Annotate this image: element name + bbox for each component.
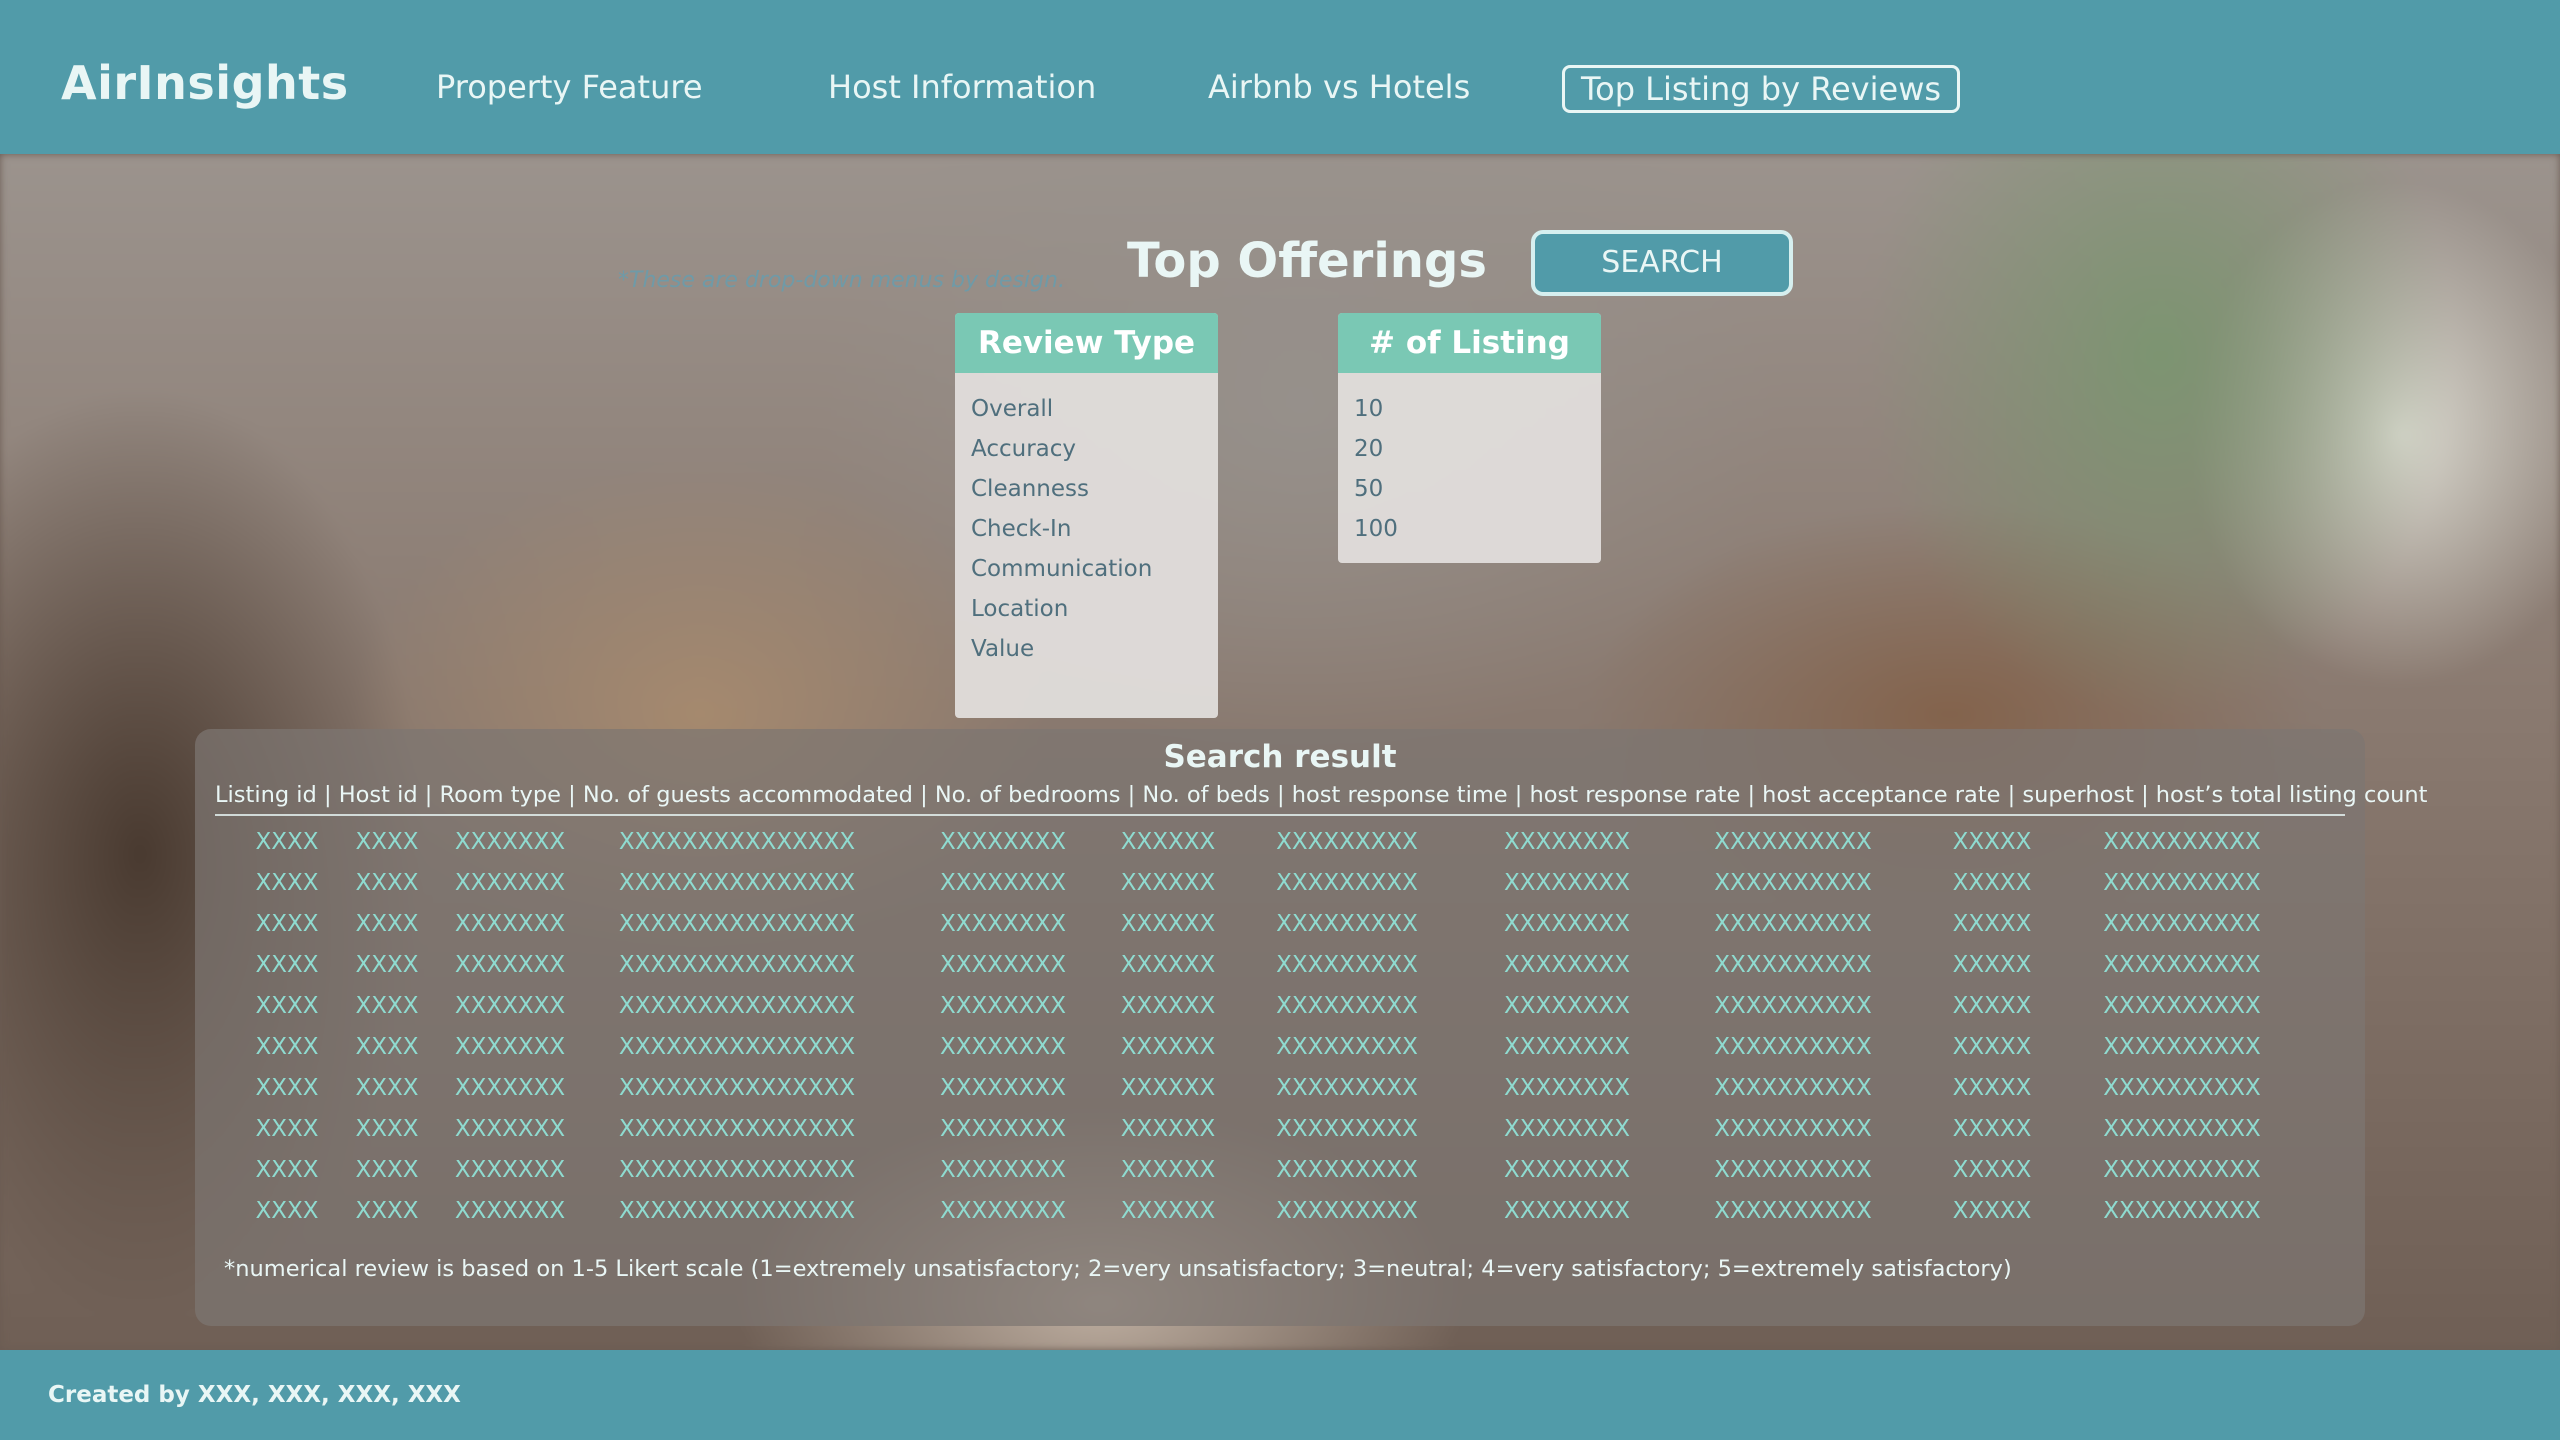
cell-host-total-listing-count: XXXXXXXXXX [2103, 829, 2261, 855]
review-type-option-value[interactable]: Value [971, 633, 1202, 673]
cell-guests-accommodated: XXXXXXXXXXXXXXX [618, 1157, 856, 1183]
search-button[interactable]: SEARCH [1531, 230, 1793, 296]
cell-guests-accommodated: XXXXXXXXXXXXXXX [618, 993, 856, 1019]
page-title: Top Offerings [1127, 233, 1487, 289]
table-row: XXXX XXXX XXXXXXX XXXXXXXXXXXXXXX XXXXXXXX XX… [195, 993, 2365, 1034]
cell-guests-accommodated: XXXXXXXXXXXXXXX [618, 1198, 856, 1224]
cell-host-total-listing-count: XXXXXXXXXX [2103, 870, 2261, 896]
table-row: XXXX XXXX XXXXXXX XXXXXXXXXXXXXXX XXXXXXXX XX… [195, 1198, 2365, 1239]
result-column-headers: Listing id | Host id | Room type | No. o… [215, 782, 2427, 816]
listing-count-option-20[interactable]: 20 [1354, 433, 1585, 473]
search-result-panel: Search result Listing id | Host id | Roo… [195, 729, 2427, 1326]
review-type-header[interactable]: Review Type [955, 313, 1218, 373]
cell-guests-accommodated: XXXXXXXXXXXXXXX [618, 1034, 856, 1060]
nav-airbnb-vs-hotels[interactable]: Airbnb vs Hotels [1208, 68, 1470, 106]
result-table-body: XXXX XXXX XXXXXXX XXXXXXXXXXXXXXX XXXXXXXX XX… [195, 829, 2365, 1239]
top-navigation-bar: AirInsights Property Feature Host Inform… [0, 0, 2560, 154]
table-row: XXXX XXXX XXXXXXX XXXXXXXXXXXXXXX XXXXXXXX XX… [195, 911, 2365, 952]
cell-host-total-listing-count: XXXXXXXXXX [2103, 1034, 2261, 1060]
cell-guests-accommodated: XXXXXXXXXXXXXXX [618, 1116, 856, 1142]
table-row: XXXX XXXX XXXXXXX XXXXXXXXXXXXXXX XXXXXXXX XX… [195, 1034, 2365, 1075]
listing-count-option-100[interactable]: 100 [1354, 513, 1585, 553]
cell-guests-accommodated: XXXXXXXXXXXXXXX [618, 911, 856, 937]
review-type-option-cleanness[interactable]: Cleanness [971, 473, 1202, 513]
table-row: XXXX XXXX XXXXXXX XXXXXXXXXXXXXXX XXXXXXXX XX… [195, 1116, 2365, 1157]
cell-host-total-listing-count: XXXXXXXXXX [2103, 1198, 2261, 1224]
likert-scale-footnote: *numerical review is based on 1-5 Likert… [224, 1256, 2012, 1282]
nav-top-listing-by-reviews[interactable]: Top Listing by Reviews [1562, 65, 1961, 113]
table-row: XXXX XXXX XXXXXXX XXXXXXXXXXXXXXX XXXXXXXX XX… [195, 870, 2365, 911]
dropdown-design-note: *These are drop-down menus by design. [618, 268, 1065, 293]
table-row: XXXX XXXX XXXXXXX XXXXXXXXXXXXXXX XXXXXXXX XX… [195, 829, 2365, 870]
cell-guests-accommodated: XXXXXXXXXXXXXXX [618, 870, 856, 896]
table-row: XXXX XXXX XXXXXXX XXXXXXXXXXXXXXX XXXXXXXX XX… [195, 952, 2365, 993]
search-result-title: Search result [1163, 739, 1397, 775]
cell-guests-accommodated: XXXXXXXXXXXXXXX [618, 952, 856, 978]
listing-count-option-50[interactable]: 50 [1354, 473, 1585, 513]
listing-count-dropdown[interactable]: # of Listing 10 20 50 100 [1338, 313, 1601, 563]
table-row: XXXX XXXX XXXXXXX XXXXXXXXXXXXXXX XXXXXXXX XX… [195, 1157, 2365, 1198]
listing-count-header[interactable]: # of Listing [1338, 313, 1601, 373]
review-type-option-check-in[interactable]: Check-In [971, 513, 1202, 553]
cell-guests-accommodated: XXXXXXXXXXXXXXX [618, 1075, 856, 1101]
page-footer: Created by XXX, XXX, XXX, XXX [0, 1350, 2560, 1440]
review-type-option-overall[interactable]: Overall [971, 393, 1202, 433]
table-row: XXXX XXXX XXXXXXX XXXXXXXXXXXXXXX XXXXXXXX XX… [195, 1075, 2365, 1116]
review-type-options: Overall Accuracy Cleanness Check-In Comm… [955, 373, 1218, 673]
nav-property-feature[interactable]: Property Feature [436, 68, 703, 106]
footer-credit: Created by XXX, XXX, XXX, XXX [48, 1382, 461, 1408]
nav-host-information[interactable]: Host Information [828, 68, 1096, 106]
cell-host-total-listing-count: XXXXXXXXXX [2103, 1116, 2261, 1142]
review-type-option-accuracy[interactable]: Accuracy [971, 433, 1202, 473]
cell-host-total-listing-count: XXXXXXXXXX [2103, 1075, 2261, 1101]
cell-host-total-listing-count: XXXXXXXXXX [2103, 952, 2261, 978]
cell-host-total-listing-count: XXXXXXXXXX [2103, 1157, 2261, 1183]
cell-host-total-listing-count: XXXXXXXXXX [2103, 911, 2261, 937]
cell-host-total-listing-count: XXXXXXXXXX [2103, 993, 2261, 1019]
review-type-dropdown[interactable]: Review Type Overall Accuracy Cleanness C… [955, 313, 1218, 718]
app-logo[interactable]: AirInsights [61, 56, 349, 110]
review-type-option-communication[interactable]: Communication [971, 553, 1202, 593]
cell-guests-accommodated: XXXXXXXXXXXXXXX [618, 829, 856, 855]
review-type-option-location[interactable]: Location [971, 593, 1202, 633]
listing-count-option-10[interactable]: 10 [1354, 393, 1585, 433]
listing-count-options: 10 20 50 100 [1338, 373, 1601, 553]
